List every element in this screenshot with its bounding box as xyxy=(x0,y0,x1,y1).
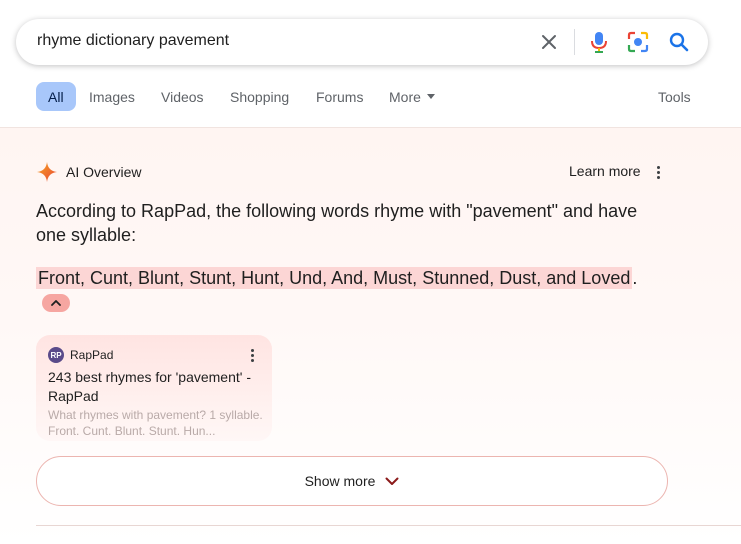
sparkle-icon xyxy=(37,162,57,182)
tab-all[interactable]: All xyxy=(36,82,76,111)
learn-more-link[interactable]: Learn more xyxy=(569,163,641,179)
caret-down-icon xyxy=(426,94,435,99)
collapse-sources-button[interactable] xyxy=(42,294,70,313)
search-tabs: All Images Videos Shopping Forums More T… xyxy=(36,82,716,112)
tab-images[interactable]: Images xyxy=(89,82,135,111)
ai-overview-answer: Front, Cunt, Blunt, Stunt, Hunt, Und, An… xyxy=(36,266,656,314)
search-input[interactable]: rhyme dictionary pavement xyxy=(37,32,229,50)
ai-overview-intro: According to RapPad, the following words… xyxy=(36,201,638,245)
show-more-label: Show more xyxy=(304,473,376,489)
microphone-icon[interactable] xyxy=(587,30,611,54)
search-divider xyxy=(574,29,575,55)
tab-more[interactable]: More xyxy=(389,82,435,111)
tab-shopping[interactable]: Shopping xyxy=(230,82,289,111)
ai-overview-title: AI Overview xyxy=(66,164,142,180)
ai-overview-panel: AI Overview Learn more According to RapP… xyxy=(0,127,741,544)
divider xyxy=(36,525,741,526)
more-options-icon[interactable] xyxy=(650,164,666,180)
show-more-button[interactable]: Show more xyxy=(36,456,668,506)
tab-videos[interactable]: Videos xyxy=(161,82,204,111)
source-snippet: What rhymes with pavement? 1 syllable. F… xyxy=(48,408,263,438)
source-card[interactable]: RP RapPad 243 best rhymes for 'pavement'… xyxy=(36,335,272,441)
source-name: RapPad xyxy=(70,348,114,362)
chevron-down-icon xyxy=(385,477,399,485)
chevron-up-icon xyxy=(51,300,61,307)
tab-forums[interactable]: Forums xyxy=(316,82,363,111)
search-icon[interactable] xyxy=(667,30,691,54)
rappad-logo-icon: RP xyxy=(48,347,64,363)
clear-icon[interactable] xyxy=(537,30,561,54)
ai-overview-header: AI Overview xyxy=(36,161,141,183)
source-title[interactable]: 243 best rhymes for 'pavement' - RapPad xyxy=(48,368,263,406)
lens-icon[interactable] xyxy=(626,30,650,54)
search-box[interactable]: rhyme dictionary pavement xyxy=(16,19,708,65)
highlighted-answer: Front, Cunt, Blunt, Stunt, Hunt, Und, An… xyxy=(36,267,633,289)
tools-button[interactable]: Tools xyxy=(658,82,691,111)
source-options-icon[interactable] xyxy=(244,347,260,363)
